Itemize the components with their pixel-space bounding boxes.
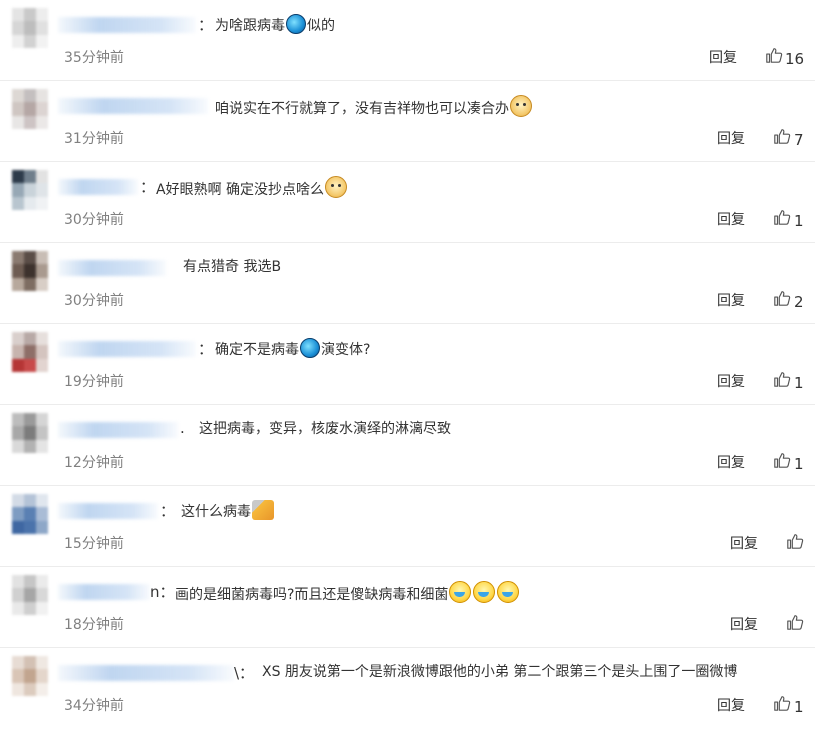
comment-text: A好眼熟啊 确定没抄点啥么 (156, 176, 348, 200)
separator: . (180, 419, 185, 437)
like-count: 7 (794, 131, 804, 149)
reply-button[interactable]: 回复 (717, 371, 745, 391)
username[interactable] (58, 98, 208, 114)
like-button[interactable] (786, 532, 808, 554)
avatar[interactable] (12, 89, 48, 129)
thumbs-up-icon (774, 696, 791, 711)
thumbs-up-icon (774, 129, 791, 144)
like-button[interactable] (765, 46, 787, 68)
like-button[interactable] (773, 127, 795, 149)
avatar[interactable] (12, 251, 48, 291)
doge-emoji-icon (510, 95, 532, 117)
like-count: 16 (785, 50, 805, 68)
thumbs-up-icon (766, 48, 783, 63)
comment-text: 画的是细菌病毒吗?而且还是傻缺病毒和细菌 (175, 581, 520, 605)
reply-button[interactable]: 回复 (730, 533, 758, 553)
separator: ： (198, 340, 214, 358)
timestamp: 12分钟前 (64, 455, 124, 471)
avatar[interactable] (12, 494, 48, 534)
timestamp: 30分钟前 (64, 212, 124, 228)
comment-item: ： 为啥跟病毒 似的 35分钟前 回复 16 (0, 0, 815, 81)
hammer-emoji-icon (252, 500, 274, 520)
comment-item: 有点猎奇 我选B 30分钟前 回复 2 (0, 243, 815, 324)
reply-button[interactable]: 回复 (717, 452, 745, 472)
separator: \： (234, 664, 255, 682)
username[interactable] (58, 584, 150, 600)
virus-emoji-icon (286, 14, 306, 34)
like-button[interactable] (786, 613, 808, 635)
comment-text: 为啥跟病毒 似的 (215, 14, 335, 36)
comment-item: ： 这什么病毒 15分钟前 回复 (0, 486, 815, 567)
avatar[interactable] (12, 575, 48, 615)
comment-item: ： 确定不是病毒 演变体? 19分钟前 回复 1 (0, 324, 815, 405)
timestamp: 35分钟前 (64, 50, 124, 66)
like-count: 2 (794, 293, 804, 311)
username[interactable] (58, 17, 196, 33)
laugh-emoji-icon (497, 581, 520, 603)
timestamp: 30分钟前 (64, 293, 124, 309)
comment-item: 咱说实在不行就算了，没有吉祥物也可以凑合办 31分钟前 回复 7 (0, 81, 815, 162)
doge-emoji-icon (325, 176, 348, 198)
like-button[interactable] (773, 694, 795, 716)
reply-button[interactable]: 回复 (717, 128, 745, 148)
like-count: 1 (794, 212, 804, 230)
avatar[interactable] (12, 332, 48, 372)
comment-text: 咱说实在不行就算了，没有吉祥物也可以凑合办 (215, 95, 533, 119)
comment-item: . 这把病毒，变异，核废水演绎的淋漓尽致 12分钟前 回复 1 (0, 405, 815, 486)
reply-button[interactable]: 回复 (717, 290, 745, 310)
avatar[interactable] (12, 656, 48, 696)
timestamp: 31分钟前 (64, 131, 124, 147)
timestamp: 15分钟前 (64, 536, 124, 552)
separator: ： (160, 502, 176, 520)
like-count: 1 (794, 698, 804, 716)
like-button[interactable] (773, 289, 795, 311)
avatar[interactable] (12, 413, 48, 453)
like-button[interactable] (773, 208, 795, 230)
separator: n： (150, 583, 175, 601)
like-button[interactable] (773, 451, 795, 473)
reply-button[interactable]: 回复 (709, 47, 737, 67)
username[interactable] (58, 179, 138, 195)
username[interactable] (58, 260, 166, 276)
comment-item: \： XS 朋友说第一个是新浪微博跟他的小弟 第二个跟第三个是头上围了一圈微博 … (0, 648, 815, 729)
thumbs-up-icon (787, 615, 804, 630)
thumbs-up-icon (774, 291, 791, 306)
like-button[interactable] (773, 370, 795, 392)
thumbs-up-icon (787, 534, 804, 549)
like-count: 1 (794, 455, 804, 473)
username[interactable] (58, 341, 196, 357)
username[interactable] (58, 422, 178, 438)
username[interactable] (58, 503, 158, 519)
laugh-emoji-icon (449, 581, 472, 603)
comment-item: n： 画的是细菌病毒吗?而且还是傻缺病毒和细菌 18分钟前 回复 (0, 567, 815, 648)
comment-text: 确定不是病毒 演变体? (215, 338, 370, 360)
reply-button[interactable]: 回复 (717, 209, 745, 229)
timestamp: 18分钟前 (64, 617, 124, 633)
comment-item: ： A好眼熟啊 确定没抄点啥么 30分钟前 回复 1 (0, 162, 815, 243)
avatar[interactable] (12, 8, 48, 48)
separator: ： (198, 16, 214, 34)
virus-emoji-icon (300, 338, 320, 358)
thumbs-up-icon (774, 210, 791, 225)
avatar[interactable] (12, 170, 48, 210)
laugh-emoji-icon (473, 581, 496, 603)
reply-button[interactable]: 回复 (717, 695, 745, 715)
timestamp: 34分钟前 (64, 698, 124, 714)
thumbs-up-icon (774, 453, 791, 468)
like-count: 1 (794, 374, 804, 392)
thumbs-up-icon (774, 372, 791, 387)
username[interactable] (58, 665, 234, 681)
comment-text: 这把病毒，变异，核废水演绎的淋漓尽致 (199, 421, 451, 437)
separator: ： (140, 178, 156, 196)
reply-button[interactable]: 回复 (730, 614, 758, 634)
timestamp: 19分钟前 (64, 374, 124, 390)
comment-text: 这什么病毒 (181, 500, 275, 522)
comment-text: XS 朋友说第一个是新浪微博跟他的小弟 第二个跟第三个是头上围了一圈微博 (262, 664, 738, 680)
comment-text: 有点猎奇 我选B (183, 259, 282, 275)
